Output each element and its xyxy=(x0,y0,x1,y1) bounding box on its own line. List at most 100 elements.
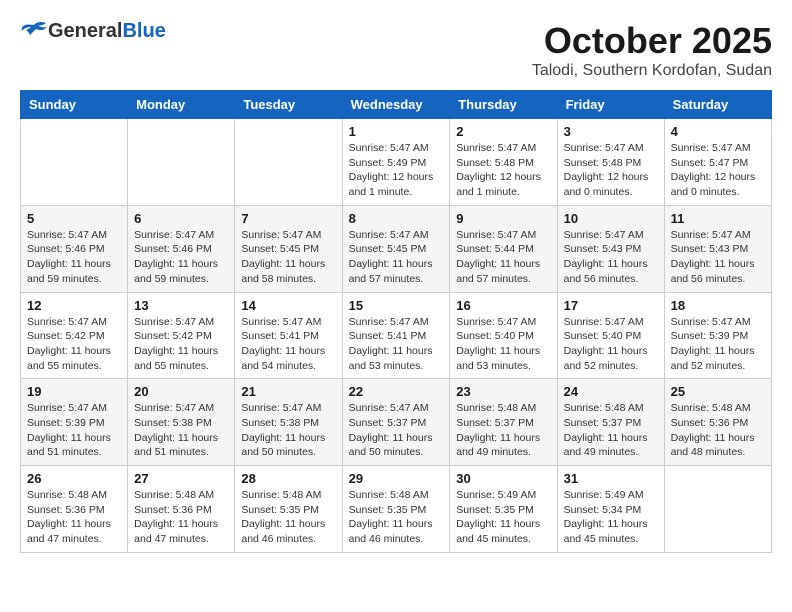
day-number: 15 xyxy=(349,298,444,313)
day-info: Sunrise: 5:47 AM Sunset: 5:46 PM Dayligh… xyxy=(27,228,121,287)
day-info: Sunrise: 5:47 AM Sunset: 5:38 PM Dayligh… xyxy=(241,401,335,460)
day-number: 8 xyxy=(349,211,444,226)
calendar-cell: 18Sunrise: 5:47 AM Sunset: 5:39 PM Dayli… xyxy=(664,292,771,379)
day-number: 21 xyxy=(241,384,335,399)
day-number: 29 xyxy=(349,471,444,486)
day-info: Sunrise: 5:47 AM Sunset: 5:38 PM Dayligh… xyxy=(134,401,228,460)
calendar-cell: 16Sunrise: 5:47 AM Sunset: 5:40 PM Dayli… xyxy=(450,292,557,379)
calendar-cell: 24Sunrise: 5:48 AM Sunset: 5:37 PM Dayli… xyxy=(557,379,664,466)
calendar-cell xyxy=(235,119,342,206)
day-number: 14 xyxy=(241,298,335,313)
day-number: 30 xyxy=(456,471,550,486)
day-info: Sunrise: 5:47 AM Sunset: 5:47 PM Dayligh… xyxy=(671,141,765,200)
day-number: 1 xyxy=(349,124,444,139)
calendar-day-header: Tuesday xyxy=(235,91,342,119)
calendar-cell: 20 Sunrise: 5:47 AM Sunset: 5:38 PM Dayli… xyxy=(128,379,235,466)
day-number: 20 xyxy=(134,384,228,399)
page-header: GeneralBlue October 2025 Talodi, Souther… xyxy=(20,20,772,80)
calendar-week-row: 5Sunrise: 5:47 AM Sunset: 5:46 PM Daylig… xyxy=(21,205,772,292)
day-number: 19 xyxy=(27,384,121,399)
day-info: Sunrise: 5:48 AM Sunset: 5:35 PM Dayligh… xyxy=(349,488,444,547)
day-info: Sunrise: 5:49 AM Sunset: 5:35 PM Dayligh… xyxy=(456,488,550,547)
day-number: 11 xyxy=(671,211,765,226)
title-block: October 2025 Talodi, Southern Kordofan, … xyxy=(532,20,772,80)
calendar-cell: 26 Sunrise: 5:48 AM Sunset: 5:36 PM Dayli… xyxy=(21,466,128,553)
day-number: 17 xyxy=(564,298,658,313)
day-number: 26 xyxy=(27,471,121,486)
calendar-week-row: 1 Sunrise: 5:47 AM Sunset: 5:49 PM Daylig… xyxy=(21,119,772,206)
calendar-cell: 12 Sunrise: 5:47 AM Sunset: 5:42 PM Dayli… xyxy=(21,292,128,379)
day-info: Sunrise: 5:48 AM Sunset: 5:36 PM Dayligh… xyxy=(671,401,765,460)
logo-text: GeneralBlue xyxy=(48,20,166,42)
calendar-cell: 22 Sunrise: 5:47 AM Sunset: 5:37 PM Dayli… xyxy=(342,379,450,466)
day-number: 18 xyxy=(671,298,765,313)
calendar-cell: 8Sunrise: 5:47 AM Sunset: 5:45 PM Daylig… xyxy=(342,205,450,292)
calendar-day-header: Monday xyxy=(128,91,235,119)
day-number: 28 xyxy=(241,471,335,486)
calendar-cell: 23Sunrise: 5:48 AM Sunset: 5:37 PM Dayli… xyxy=(450,379,557,466)
calendar-week-row: 19 Sunrise: 5:47 AM Sunset: 5:39 PM Dayli… xyxy=(21,379,772,466)
calendar-header-row: SundayMondayTuesdayWednesdayThursdayFrid… xyxy=(21,91,772,119)
calendar-day-header: Sunday xyxy=(21,91,128,119)
calendar-day-header: Wednesday xyxy=(342,91,450,119)
day-info: Sunrise: 5:47 AM Sunset: 5:46 PM Dayligh… xyxy=(134,228,228,287)
calendar-cell xyxy=(664,466,771,553)
day-number: 23 xyxy=(456,384,550,399)
calendar-week-row: 26 Sunrise: 5:48 AM Sunset: 5:36 PM Dayli… xyxy=(21,466,772,553)
calendar-cell: 2Sunrise: 5:47 AM Sunset: 5:48 PM Daylig… xyxy=(450,119,557,206)
logo: GeneralBlue xyxy=(20,20,166,42)
logo-blue: Blue xyxy=(122,20,165,42)
calendar-cell: 31 Sunrise: 5:49 AM Sunset: 5:34 PM Dayli… xyxy=(557,466,664,553)
day-info: Sunrise: 5:47 AM Sunset: 5:40 PM Dayligh… xyxy=(456,315,550,374)
calendar-cell: 5Sunrise: 5:47 AM Sunset: 5:46 PM Daylig… xyxy=(21,205,128,292)
calendar-cell: 11 Sunrise: 5:47 AM Sunset: 5:43 PM Dayli… xyxy=(664,205,771,292)
day-info: Sunrise: 5:47 AM Sunset: 5:43 PM Dayligh… xyxy=(671,228,765,287)
calendar-cell: 13 Sunrise: 5:47 AM Sunset: 5:42 PM Dayli… xyxy=(128,292,235,379)
day-info: Sunrise: 5:49 AM Sunset: 5:34 PM Dayligh… xyxy=(564,488,658,547)
day-info: Sunrise: 5:47 AM Sunset: 5:43 PM Dayligh… xyxy=(564,228,658,287)
day-info: Sunrise: 5:47 AM Sunset: 5:37 PM Dayligh… xyxy=(349,401,444,460)
day-info: Sunrise: 5:47 AM Sunset: 5:39 PM Dayligh… xyxy=(27,401,121,460)
day-info: Sunrise: 5:47 AM Sunset: 5:41 PM Dayligh… xyxy=(241,315,335,374)
month-title: October 2025 xyxy=(532,20,772,62)
calendar-cell: 10Sunrise: 5:47 AM Sunset: 5:43 PM Dayli… xyxy=(557,205,664,292)
day-number: 31 xyxy=(564,471,658,486)
day-number: 12 xyxy=(27,298,121,313)
logo-general: General xyxy=(48,20,122,42)
day-info: Sunrise: 5:48 AM Sunset: 5:37 PM Dayligh… xyxy=(564,401,658,460)
calendar-cell: 27Sunrise: 5:48 AM Sunset: 5:36 PM Dayli… xyxy=(128,466,235,553)
calendar-cell: 3 Sunrise: 5:47 AM Sunset: 5:48 PM Daylig… xyxy=(557,119,664,206)
day-number: 13 xyxy=(134,298,228,313)
calendar-cell: 6Sunrise: 5:47 AM Sunset: 5:46 PM Daylig… xyxy=(128,205,235,292)
calendar-cell xyxy=(128,119,235,206)
calendar-cell: 14 Sunrise: 5:47 AM Sunset: 5:41 PM Dayli… xyxy=(235,292,342,379)
calendar-week-row: 12 Sunrise: 5:47 AM Sunset: 5:42 PM Dayli… xyxy=(21,292,772,379)
day-info: Sunrise: 5:48 AM Sunset: 5:36 PM Dayligh… xyxy=(134,488,228,547)
location: Talodi, Southern Kordofan, Sudan xyxy=(532,62,772,80)
calendar-table: SundayMondayTuesdayWednesdayThursdayFrid… xyxy=(20,90,772,553)
logo-bird-icon xyxy=(20,21,48,41)
calendar-cell xyxy=(21,119,128,206)
day-number: 4 xyxy=(671,124,765,139)
calendar-day-header: Thursday xyxy=(450,91,557,119)
day-info: Sunrise: 5:47 AM Sunset: 5:42 PM Dayligh… xyxy=(27,315,121,374)
day-info: Sunrise: 5:47 AM Sunset: 5:41 PM Dayligh… xyxy=(349,315,444,374)
calendar-cell: 21 Sunrise: 5:47 AM Sunset: 5:38 PM Dayli… xyxy=(235,379,342,466)
calendar-cell: 4 Sunrise: 5:47 AM Sunset: 5:47 PM Daylig… xyxy=(664,119,771,206)
day-info: Sunrise: 5:47 AM Sunset: 5:42 PM Dayligh… xyxy=(134,315,228,374)
day-info: Sunrise: 5:47 AM Sunset: 5:40 PM Dayligh… xyxy=(564,315,658,374)
day-number: 3 xyxy=(564,124,658,139)
day-info: Sunrise: 5:47 AM Sunset: 5:45 PM Dayligh… xyxy=(241,228,335,287)
calendar-cell: 17 Sunrise: 5:47 AM Sunset: 5:40 PM Dayli… xyxy=(557,292,664,379)
calendar-day-header: Saturday xyxy=(664,91,771,119)
day-info: Sunrise: 5:47 AM Sunset: 5:48 PM Dayligh… xyxy=(564,141,658,200)
day-info: Sunrise: 5:47 AM Sunset: 5:44 PM Dayligh… xyxy=(456,228,550,287)
calendar-cell: 9Sunrise: 5:47 AM Sunset: 5:44 PM Daylig… xyxy=(450,205,557,292)
day-number: 25 xyxy=(671,384,765,399)
calendar-cell: 1 Sunrise: 5:47 AM Sunset: 5:49 PM Daylig… xyxy=(342,119,450,206)
day-info: Sunrise: 5:47 AM Sunset: 5:49 PM Dayligh… xyxy=(349,141,444,200)
day-info: Sunrise: 5:48 AM Sunset: 5:36 PM Dayligh… xyxy=(27,488,121,547)
calendar-cell: 7Sunrise: 5:47 AM Sunset: 5:45 PM Daylig… xyxy=(235,205,342,292)
calendar-cell: 30 Sunrise: 5:49 AM Sunset: 5:35 PM Dayli… xyxy=(450,466,557,553)
day-number: 22 xyxy=(349,384,444,399)
